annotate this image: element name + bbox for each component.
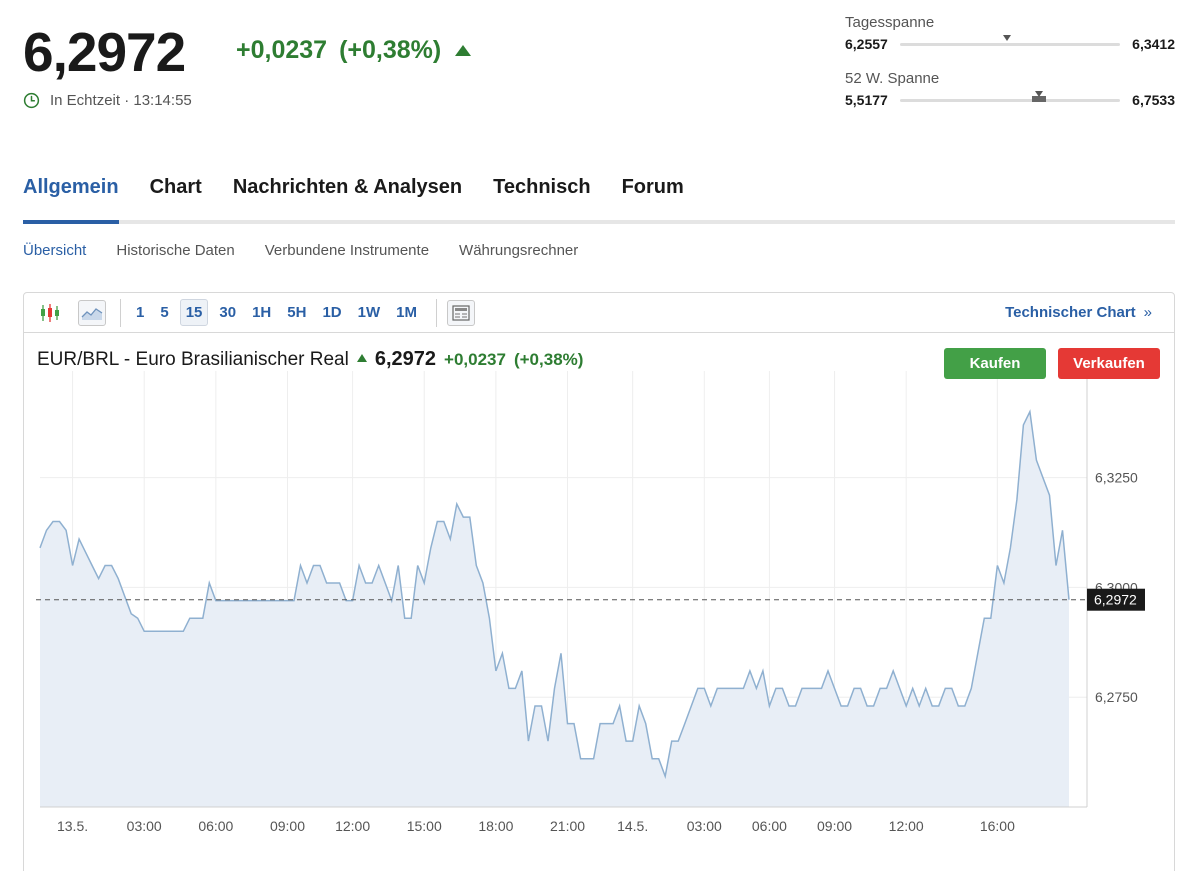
week52-range: 52 W. Spanne 5,5177 6,7533 bbox=[845, 70, 1175, 108]
subtab-historical-data[interactable]: Historische Daten bbox=[116, 242, 234, 259]
x-tick-label: 13.5. bbox=[57, 818, 88, 834]
instrument-name: EUR/BRL - Euro Brasilianischer Real bbox=[37, 348, 349, 370]
day-range-title: Tagesspanne bbox=[845, 14, 935, 31]
subtab-related-instruments[interactable]: Verbundene Instrumente bbox=[265, 242, 429, 259]
x-tick-label: 09:00 bbox=[270, 818, 305, 834]
week52-range-marker bbox=[1034, 90, 1043, 97]
x-tick-label: 18:00 bbox=[478, 818, 513, 834]
price-change-abs: +0,0237 bbox=[236, 36, 328, 64]
x-tick-label: 14.5. bbox=[617, 818, 648, 834]
day-range-low: 6,2557 bbox=[845, 36, 888, 52]
current-price-tag-label: 6,2972 bbox=[1094, 592, 1137, 608]
area-fill bbox=[40, 411, 1069, 807]
subtab-currency-converter[interactable]: Währungsrechner bbox=[459, 242, 578, 259]
day-range-bar bbox=[899, 34, 1121, 46]
chart-change-pct: (+0,38%) bbox=[513, 349, 584, 369]
realtime-status: In Echtzeit · 13:14:55 bbox=[23, 92, 192, 109]
current-price: 6,2972 bbox=[23, 21, 186, 83]
realtime-label: In Echtzeit · 13:14:55 bbox=[50, 92, 192, 109]
day-range-marker bbox=[1002, 34, 1011, 41]
x-tick-label: 06:00 bbox=[752, 818, 787, 834]
x-tick-label: 16:00 bbox=[980, 818, 1015, 834]
x-tick-label: 03:00 bbox=[687, 818, 722, 834]
price-change-pct: (+0,38%) bbox=[339, 36, 442, 64]
week52-range-title: 52 W. Spanne bbox=[845, 70, 940, 87]
week52-range-low: 5,5177 bbox=[845, 92, 888, 108]
chart-price: 6,2972 bbox=[374, 348, 437, 370]
week52-range-high: 6,7533 bbox=[1132, 92, 1175, 108]
tab-chart[interactable]: Chart bbox=[150, 172, 202, 220]
price-chart[interactable]: 6,32506,30006,275013.5. 03:00 06:00 09:00 12… bbox=[24, 293, 1174, 871]
tab-technical[interactable]: Technisch bbox=[493, 172, 590, 220]
chart-header: EUR/BRL - Euro Brasilianischer Real 6,29… bbox=[37, 348, 583, 371]
x-tick-label: 12:00 bbox=[335, 818, 370, 834]
buy-button[interactable]: Kaufen bbox=[944, 348, 1046, 379]
sell-button[interactable]: Verkaufen bbox=[1058, 348, 1160, 379]
chart-change-abs: +0,0237 bbox=[444, 349, 506, 369]
day-range: Tagesspanne 6,2557 6,3412 bbox=[845, 14, 1175, 52]
x-tick-label: 09:00 bbox=[817, 818, 852, 834]
tab-forum[interactable]: Forum bbox=[622, 172, 684, 220]
y-tick-label: 6,2750 bbox=[1095, 689, 1138, 705]
up-arrow-icon bbox=[356, 353, 367, 362]
week52-range-bar bbox=[899, 90, 1121, 102]
chart-panel: 1 5 15 30 1H 5H 1D 1W 1M Technischer Cha… bbox=[23, 292, 1175, 871]
subtab-overview[interactable]: Übersicht bbox=[23, 242, 86, 259]
tab-allgemein[interactable]: Allgemein bbox=[23, 172, 119, 224]
x-tick-label: 21:00 bbox=[550, 818, 585, 834]
x-tick-label: 12:00 bbox=[889, 818, 924, 834]
x-tick-label: 03:00 bbox=[127, 818, 162, 834]
clock-icon bbox=[23, 92, 40, 109]
up-arrow-icon bbox=[455, 45, 472, 56]
y-tick-label: 6,3250 bbox=[1095, 470, 1138, 486]
main-tabs: Allgemein Chart Nachrichten & Analysen T… bbox=[23, 172, 1175, 224]
day-range-high: 6,3412 bbox=[1132, 36, 1175, 52]
sub-tabs: Übersicht Historische Daten Verbundene I… bbox=[23, 242, 578, 259]
x-tick-label: 15:00 bbox=[407, 818, 442, 834]
x-tick-label: 06:00 bbox=[198, 818, 233, 834]
price-change: +0,0237 (+0,38%) bbox=[236, 36, 472, 65]
tab-news-analysis[interactable]: Nachrichten & Analysen bbox=[233, 172, 462, 220]
